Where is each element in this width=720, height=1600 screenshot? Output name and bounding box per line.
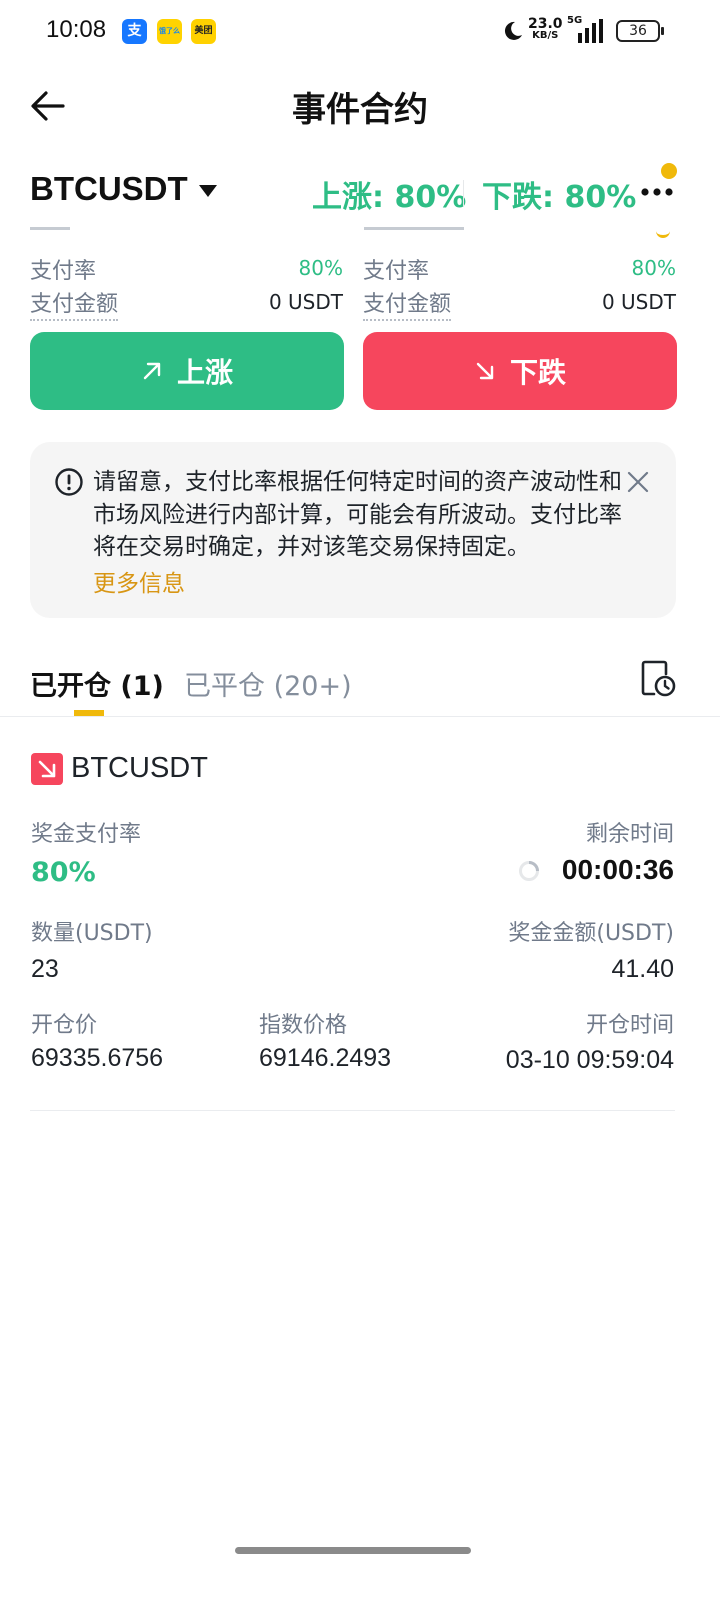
countdown-spinner-icon [519,861,539,881]
up-ratio: 上涨: 80% [312,180,467,215]
down-ratio: 下跌: 80% [482,180,637,215]
home-indicator[interactable] [235,1547,471,1554]
clipped-badge [656,230,670,238]
clipped-row-left [30,224,90,238]
bonus-amount-value: 41.40 [611,955,674,983]
down-payout-amount: 0 USDT [601,290,676,314]
remaining-time-label: 剩余时间 [585,822,674,847]
more-info-link[interactable]: 更多信息 [93,564,185,598]
arrow-up-right-icon [143,362,161,380]
bonus-amount-label: 奖金金额(USDT) [508,921,674,946]
close-icon[interactable] [626,470,650,494]
open-price-value: 69335.6756 [31,1044,164,1072]
moon-icon [504,21,522,40]
down-payout-amount-label[interactable]: 支付金额 [363,286,452,321]
direction-down-badge [31,753,63,785]
battery-tip [661,27,664,35]
notice-text: 请留意，支付比率根据任何特定时间的资产波动性和市场风险进行内部计算，可能会有所波… [93,469,622,560]
open-time-label: 开仓时间 [585,1013,674,1038]
caret-down-icon[interactable] [198,184,218,198]
arrow-down-right-icon [38,760,56,778]
clipped-row-right [364,224,474,238]
buy-down-label: 下跌 [509,356,566,389]
signal-icon [578,19,603,43]
arrow-down-right-icon [476,362,494,380]
buy-up-button[interactable]: 上涨 [30,332,344,410]
battery-icon: 36 [616,20,660,42]
quantity-label: 数量(USDT) [31,921,153,946]
open-time-value: 03-10 09:59:04 [505,1046,674,1074]
alipay-icon: 支 [122,19,147,44]
open-price-label: 开仓价 [31,1013,98,1038]
position-symbol: BTCUSDT [71,752,208,784]
tab-divider [0,716,720,717]
stat-divider [463,180,464,206]
alert-circle-icon [55,468,83,496]
meituan-icon: 美团 [191,19,216,44]
net-speed: 23.0 KB/S [528,17,563,42]
up-payout-amount-label[interactable]: 支付金额 [30,286,119,321]
up-payout-amount: 0 USDT [268,290,343,314]
bonus-payout-rate: 80% [31,857,96,888]
buy-down-button[interactable]: 下跌 [363,332,677,410]
more-icon[interactable] [638,176,678,206]
remaining-time: 00:00:36 [561,854,674,885]
page-title: 事件合约 [292,90,428,130]
card-divider [30,1110,675,1111]
eleme-icon: 饿了么 [157,19,182,44]
quantity-value: 23 [31,955,59,983]
down-payout-rate: 80% [631,256,676,280]
buy-up-label: 上涨 [176,356,233,389]
status-time: 10:08 [46,16,107,43]
up-payout-rate-label: 支付率 [30,259,97,284]
history-icon[interactable] [640,660,676,698]
net-speed-unit: KB/S [532,30,559,41]
bonus-payout-rate-label: 奖金支付率 [31,822,142,847]
up-payout-rate: 80% [298,256,343,280]
index-price-value: 69146.2493 [259,1044,392,1072]
symbol-selector[interactable]: BTCUSDT [30,170,188,208]
index-price-label: 指数价格 [259,1013,348,1038]
notification-dot [661,163,677,179]
tab-closed-positions[interactable]: 已平仓 (20+) [184,664,352,703]
down-payout-rate-label: 支付率 [363,259,430,284]
tab-open-positions[interactable]: 已开仓 (1) [30,664,164,703]
